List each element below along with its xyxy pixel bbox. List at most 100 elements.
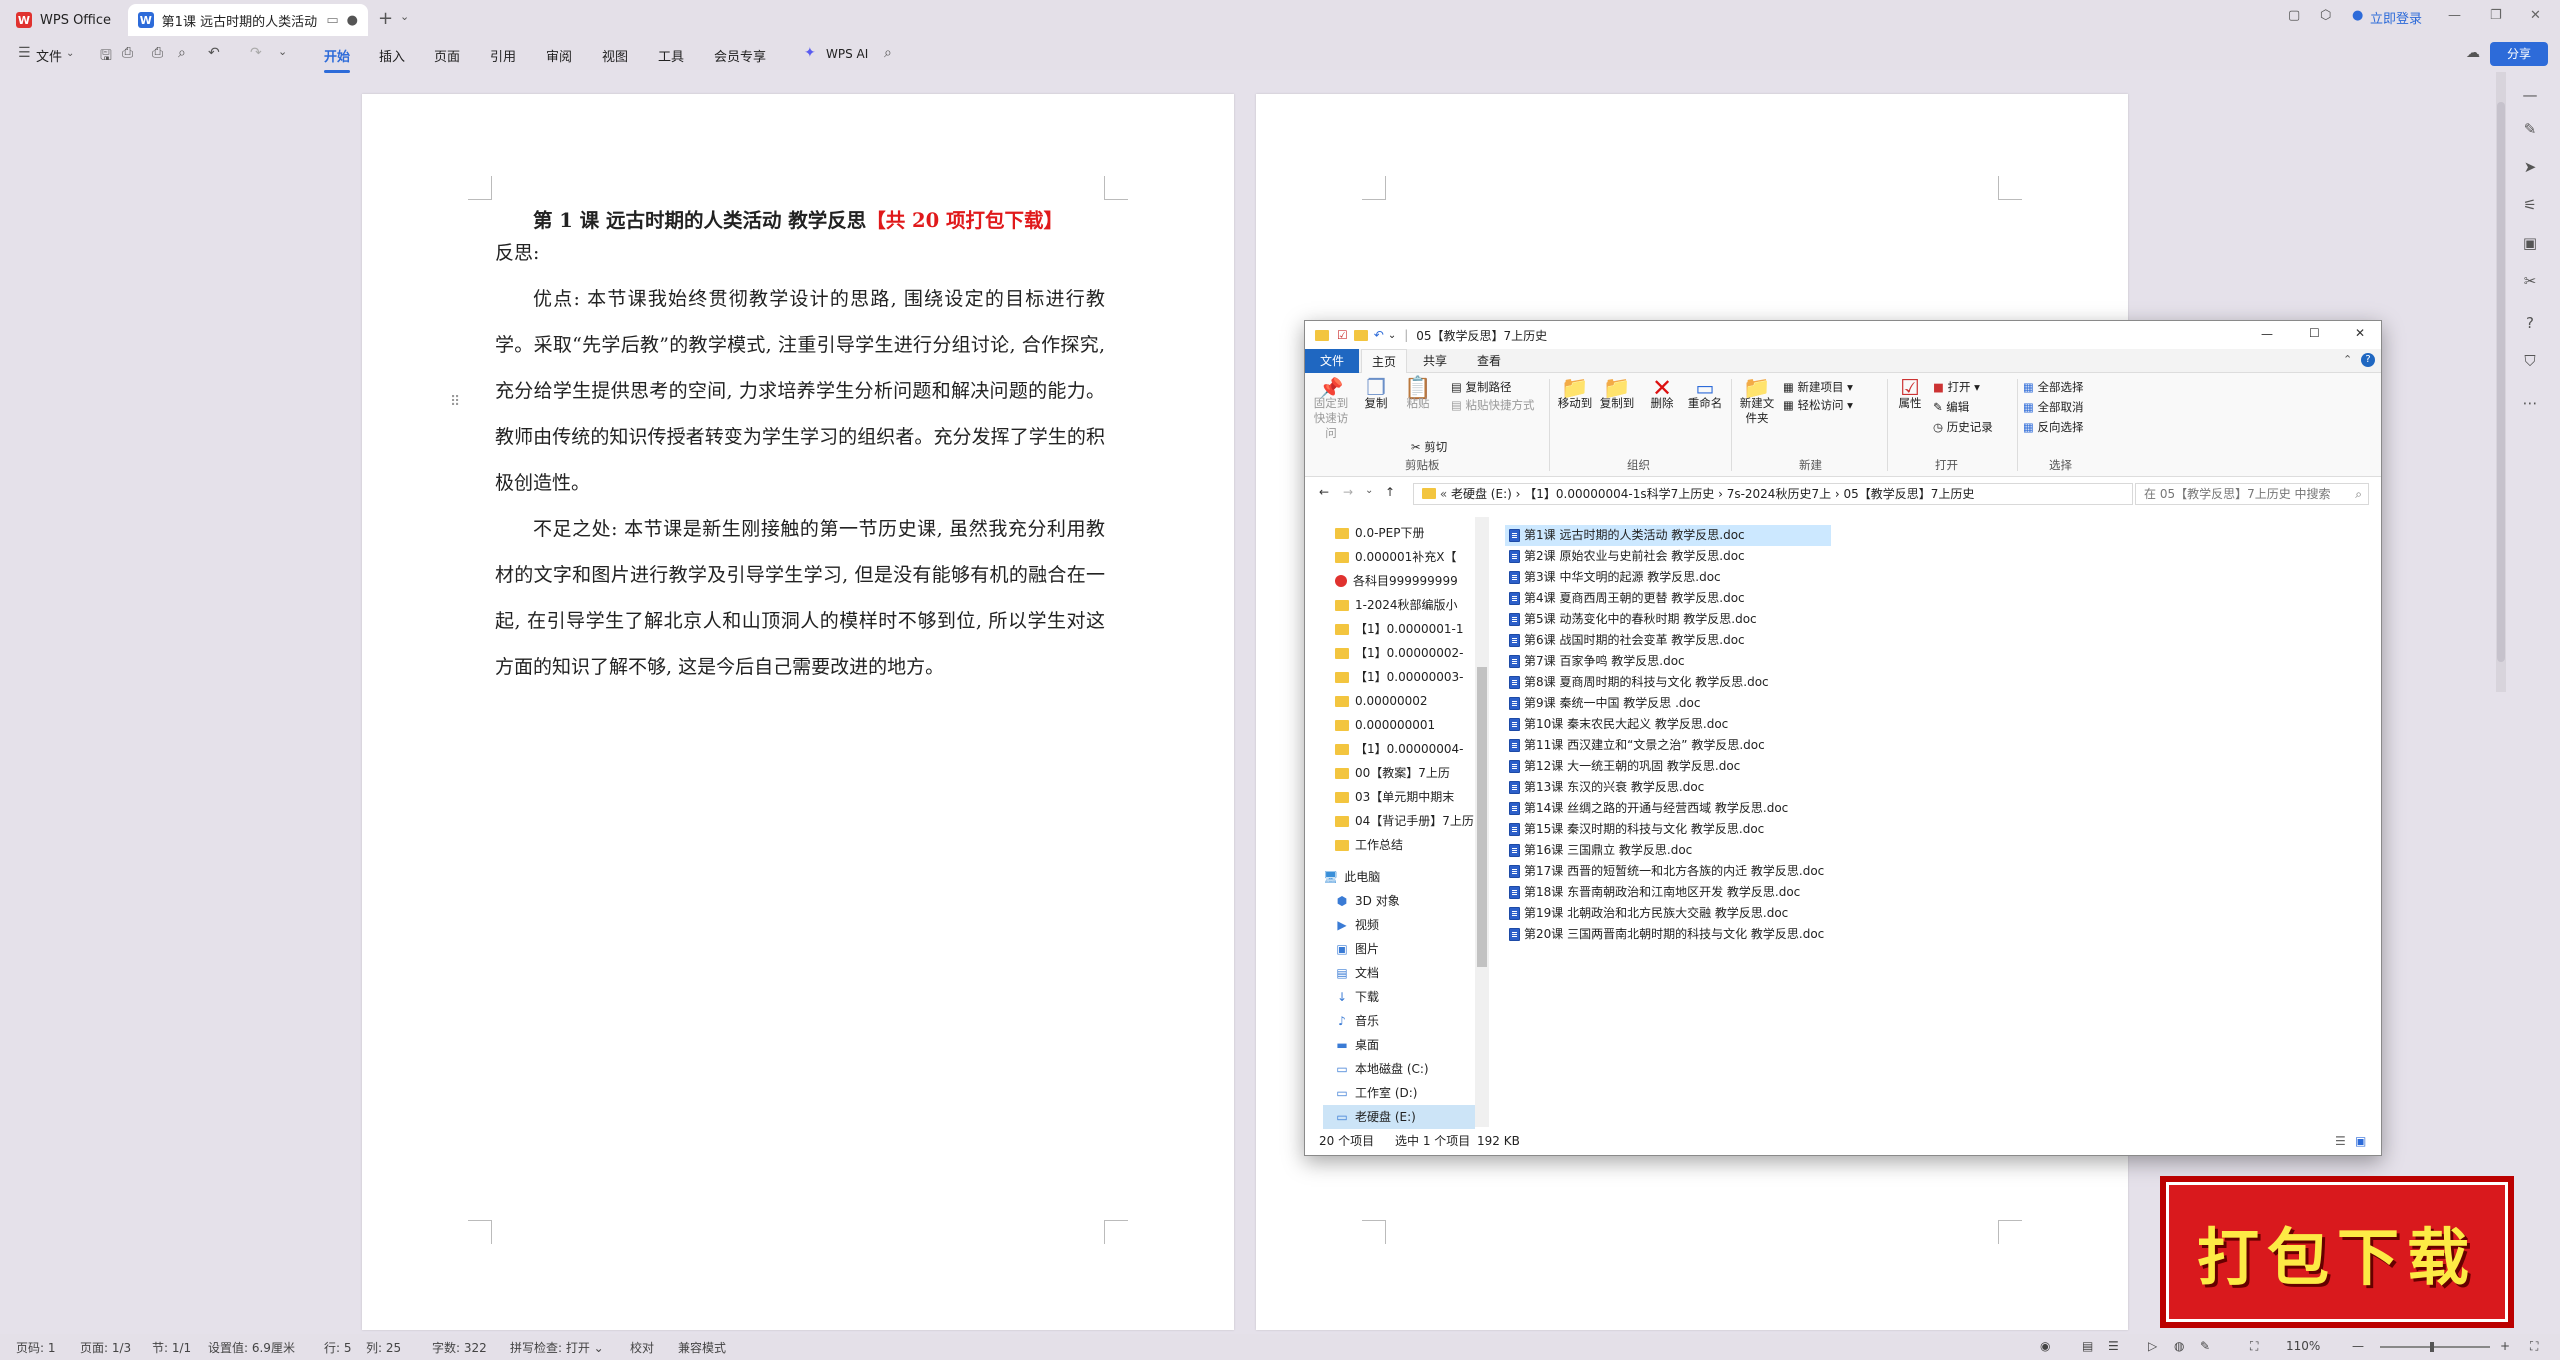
nav-this-pc[interactable]: 🖥 此电脑 — [1323, 865, 1380, 889]
menu-page[interactable]: 页面 — [434, 46, 460, 65]
file-item[interactable]: 第12课 大一统王朝的巩固 教学反思.doc — [1505, 756, 1740, 777]
preview-icon[interactable]: ⌕ — [178, 45, 186, 61]
cloud-share-icon[interactable]: ⛉ — [2520, 352, 2540, 372]
file-item[interactable]: 第7课 百家争鸣 教学反思.doc — [1505, 651, 1685, 672]
close-icon[interactable]: ✕ — [2530, 8, 2541, 23]
paste-shortcut-button[interactable]: ▤ 粘贴快捷方式 — [1451, 397, 1535, 413]
restore-icon[interactable]: ❐ — [2490, 8, 2502, 23]
nav-folder-item[interactable]: 0.000000001 — [1335, 713, 1475, 737]
select-all-button[interactable]: ▦ 全部选择 — [2023, 379, 2084, 395]
file-item[interactable]: 第19课 北朝政治和北方民族大交融 教学反思.doc — [1505, 903, 1788, 924]
nav-scrollbar[interactable] — [1475, 517, 1489, 1127]
eye-icon[interactable]: ◉ — [2040, 1339, 2050, 1353]
zoom-slider[interactable] — [2380, 1342, 2490, 1352]
nav-folder-item[interactable]: 【1】0.00000004- — [1335, 737, 1475, 761]
close-icon[interactable]: ✕ — [2355, 326, 2365, 340]
status-col[interactable]: 列: 25 — [366, 1339, 401, 1356]
forward-icon[interactable]: → — [1343, 485, 1353, 499]
nav-pc-item[interactable]: ▶ 视频 — [1335, 913, 1475, 937]
minimize-icon[interactable]: — — [2448, 8, 2461, 23]
image-icon[interactable]: ▣ — [2520, 234, 2540, 254]
checkbox-icon[interactable]: ☑ — [1337, 328, 1348, 342]
zoom-in-icon[interactable]: + — [2500, 1339, 2510, 1353]
web-view-icon[interactable]: ◍ — [2174, 1339, 2184, 1353]
collapse-icon[interactable]: — — [2520, 86, 2540, 106]
up-icon[interactable]: ↑ — [1385, 485, 1395, 499]
fit-icon[interactable]: ⛶ — [2250, 1339, 2258, 1354]
maximize-icon[interactable]: ☐ — [2309, 326, 2320, 340]
easy-access-button[interactable]: ▦ 轻松访问 ▾ — [1783, 397, 1853, 413]
zoom-slider-handle[interactable] — [2430, 1342, 2434, 1352]
copy-button[interactable]: ❐ 复制 — [1359, 378, 1393, 411]
search-input[interactable]: 在 05【教学反思】7上历史 中搜索 ⌕ — [2135, 483, 2369, 505]
open-button[interactable]: ■ 打开 ▾ — [1933, 379, 1980, 395]
outline-view-icon[interactable]: ☰ — [2108, 1339, 2119, 1353]
page-view-icon[interactable]: ▤ — [2082, 1339, 2093, 1353]
menu-review[interactable]: 审阅 — [546, 46, 572, 65]
copy-to-button[interactable]: 📁 复制到 — [1597, 378, 1637, 411]
tab-menu-chevron-icon[interactable]: ⌄ — [400, 10, 409, 23]
login-link[interactable]: 立即登录 — [2370, 8, 2422, 27]
file-item[interactable]: 第6课 战国时期的社会变革 教学反思.doc — [1505, 630, 1745, 651]
new-item-button[interactable]: ▦ 新建项目 ▾ — [1783, 379, 1853, 395]
share-button[interactable]: 分享 — [2490, 42, 2548, 66]
nav-scroll-thumb[interactable] — [1477, 667, 1487, 967]
file-item[interactable]: 第14课 丝绸之路的开通与经营西域 教学反思.doc — [1505, 798, 1788, 819]
invert-selection-button[interactable]: ▦ 反向选择 — [2023, 419, 2084, 435]
pin-quick-access-button[interactable]: 📌 固定到快速访问 — [1309, 378, 1353, 441]
address-segment[interactable]: 05【教学反思】7上历史 — [1844, 487, 1975, 501]
file-item[interactable]: 第3课 中华文明的起源 教学反思.doc — [1505, 567, 1721, 588]
save-icon[interactable]: 🖫 — [100, 45, 112, 69]
nav-pc-item[interactable]: ⬢ 3D 对象 — [1335, 889, 1475, 913]
nav-pc-item[interactable]: ▭ 工作室 (D:) — [1335, 1081, 1475, 1105]
address-segment[interactable]: 7s-2024秋历史7上 — [1727, 487, 1831, 501]
file-explorer-window[interactable]: ☑ ↶ ⌄ | 05【教学反思】7上历史 — ☐ ✕ 文件 主页 共享 查看 ⌃… — [1304, 320, 2382, 1156]
status-words[interactable]: 字数: 322 — [432, 1339, 487, 1356]
nav-folder-item[interactable]: 【1】0.00000002- — [1335, 641, 1475, 665]
fullscreen-icon[interactable]: ⛶ — [2530, 1339, 2538, 1354]
tools-icon[interactable]: ✂ — [2520, 272, 2540, 292]
tab-home[interactable]: 主页 — [1361, 349, 1408, 373]
nav-folder-item[interactable]: 各科目999999999 — [1335, 569, 1475, 593]
tab-document[interactable]: W 第1课 远古时期的人类活动 教 ▭ ● — [128, 4, 368, 36]
cursor-icon[interactable]: ➤ — [2520, 158, 2540, 178]
menu-member[interactable]: 会员专享 — [714, 46, 766, 65]
hamburger-icon[interactable]: ☰ — [18, 45, 31, 61]
menu-reference[interactable]: 引用 — [490, 46, 516, 65]
file-item[interactable]: 第9课 秦统一中国 教学反思 .doc — [1505, 693, 1700, 714]
nav-pc-item[interactable]: ▭ 本地磁盘 (C:) — [1335, 1057, 1475, 1081]
more-icon[interactable]: ⋯ — [2520, 394, 2540, 414]
file-item[interactable]: 第15课 秦汉时期的科技与文化 教学反思.doc — [1505, 819, 1764, 840]
cloud-icon[interactable]: ☁ — [2466, 45, 2480, 61]
file-item[interactable]: 第16课 三国鼎立 教学反思.doc — [1505, 840, 1692, 861]
menu-tools[interactable]: 工具 — [658, 46, 684, 65]
layout-icon[interactable]: ▢ — [2288, 8, 2300, 23]
rename-button[interactable]: ▭ 重命名 — [1685, 378, 1725, 411]
new-tab-icon[interactable]: + — [378, 8, 393, 29]
file-item[interactable]: 第17课 西晋的短暂统一和北方各族的内迁 教学反思.doc — [1505, 861, 1824, 882]
nav-pc-item[interactable]: ▬ 桌面 — [1335, 1033, 1475, 1057]
export-pdf-icon[interactable]: ⎙ — [122, 45, 133, 61]
tab-file[interactable]: 文件 — [1305, 349, 1359, 373]
wps-ai-button[interactable]: WPS AI — [826, 47, 868, 61]
details-view-icon[interactable]: ☰ — [2335, 1127, 2346, 1155]
status-setting[interactable]: 设置值: 6.9厘米 — [208, 1339, 295, 1356]
menu-view[interactable]: 视图 — [602, 46, 628, 65]
zoom-level[interactable]: 110% — [2286, 1339, 2320, 1353]
file-chevron-icon[interactable]: ⌄ — [66, 48, 74, 59]
nav-folder-item[interactable]: 04【背记手册】7上历 — [1335, 809, 1475, 833]
file-item[interactable]: 第18课 东晋南朝政治和江南地区开发 教学反思.doc — [1505, 882, 1800, 903]
file-item[interactable]: 第1课 远古时期的人类活动 教学反思.doc — [1505, 525, 1831, 546]
nav-folder-item[interactable]: 【1】0.00000003- — [1335, 665, 1475, 689]
status-pages[interactable]: 页面: 1/3 — [80, 1339, 131, 1356]
file-menu[interactable]: 文件 — [36, 46, 62, 65]
doc-scrollbar[interactable] — [2496, 72, 2506, 692]
drag-handle-icon[interactable]: ⠿ — [450, 394, 460, 410]
select-none-button[interactable]: ▦ 全部取消 — [2023, 399, 2084, 415]
nav-folder-item[interactable]: 00【教案】7上历 — [1335, 761, 1475, 785]
doc-scroll-thumb[interactable] — [2497, 102, 2505, 662]
status-section[interactable]: 节: 1/1 — [152, 1339, 191, 1356]
zoom-out-icon[interactable]: — — [2352, 1339, 2364, 1353]
recent-chevron-icon[interactable]: ⌄ — [1365, 485, 1373, 496]
tab-view[interactable]: 查看 — [1467, 349, 1511, 373]
